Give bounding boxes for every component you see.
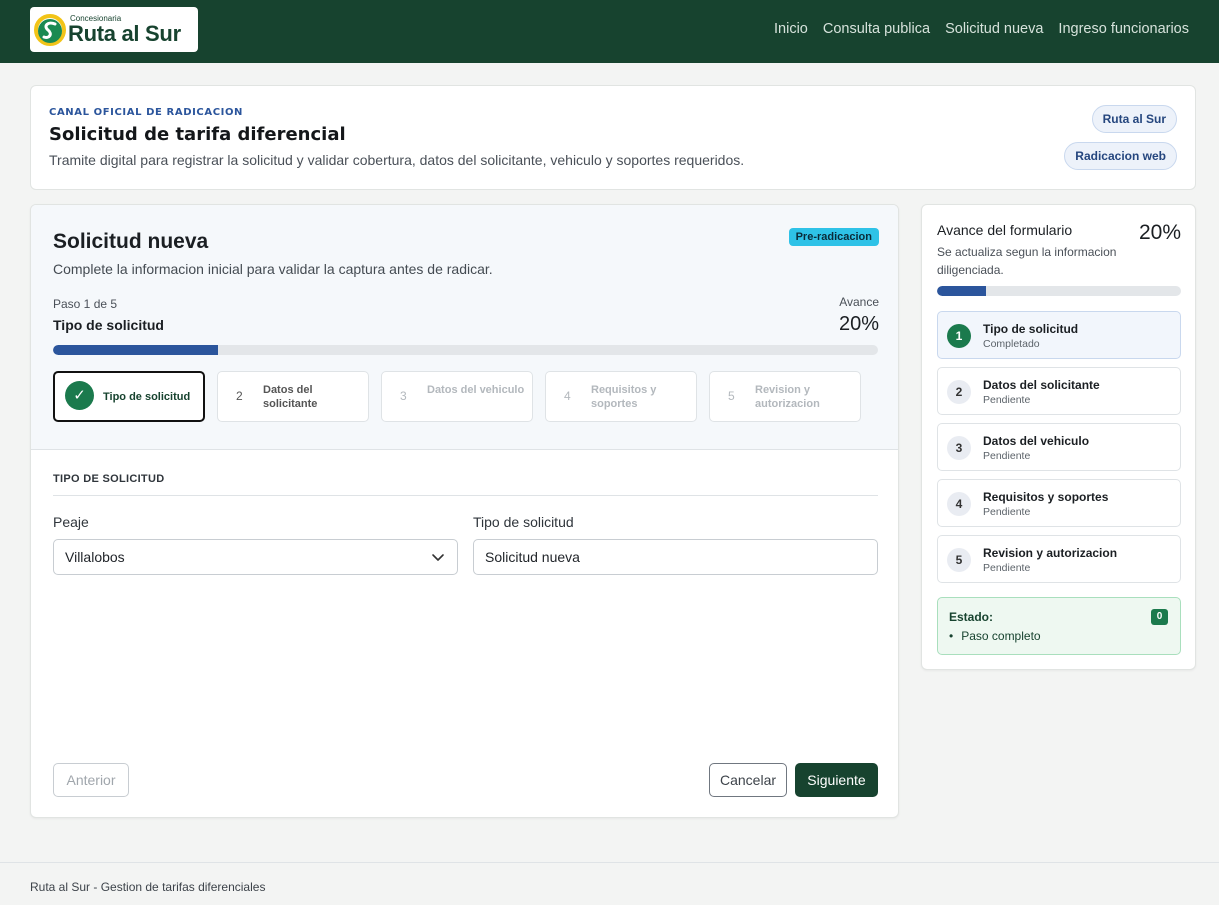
step-number: 4	[564, 389, 571, 403]
step-list-item[interactable]: 2 Datos del solicitante Pendiente	[937, 367, 1181, 415]
tag-radicacion-web: Radicacion web	[1064, 142, 1177, 170]
step-number: 2	[236, 389, 243, 403]
sidebar-description: Se actualiza segun la informacion dilige…	[937, 245, 1117, 277]
section-title: TIPO DE SOLICITUD	[53, 473, 165, 485]
step-state: Pendiente	[983, 562, 1031, 574]
step-title: Datos del vehiculo	[983, 434, 1090, 448]
brand-name: Ruta al Sur	[68, 21, 181, 46]
current-step-name: Tipo de solicitud	[53, 317, 164, 333]
stepper: ✓ Tipo de solicitud 2 Datos del solicita…	[53, 371, 861, 422]
step-label: Datos del solicitante	[263, 384, 318, 410]
step-number-badge: 2	[947, 380, 971, 404]
step-state: Pendiente	[983, 506, 1031, 518]
step-2[interactable]: 2 Datos del solicitante	[217, 371, 369, 422]
brand-logo[interactable]: Concesionaria Ruta al Sur	[30, 7, 198, 52]
step-state: Pendiente	[983, 394, 1031, 406]
status-label: Estado:	[949, 610, 994, 624]
step-1[interactable]: ✓ Tipo de solicitud	[53, 371, 205, 422]
status-count-badge: 0	[1151, 609, 1168, 625]
step-title: Tipo de solicitud	[983, 322, 1079, 336]
step-number: 5	[728, 389, 735, 403]
tag-ruta-al-sur: Ruta al Sur	[1091, 105, 1177, 133]
step-number-badge: 4	[947, 492, 971, 516]
step-list-item[interactable]: 5 Revision y autorizacion Pendiente	[937, 535, 1181, 583]
step-list-item[interactable]: 4 Requisitos y soportes Pendiente	[937, 479, 1181, 527]
status-item: Paso completo	[949, 629, 1040, 643]
sidebar-progress-bar	[937, 286, 1181, 296]
status-badge: Pre-radicacion	[788, 228, 879, 246]
tipo-solicitud-field[interactable]: Solicitud nueva	[473, 539, 878, 575]
sidebar-progress-fill	[937, 286, 986, 296]
step-label: Revision y autorizacion	[755, 384, 820, 410]
nav-inicio[interactable]: Inicio	[774, 21, 808, 37]
step-number-badge: 1	[947, 324, 971, 348]
step-number-badge: 5	[947, 548, 971, 572]
top-navbar: Concesionaria Ruta al Sur Inicio Consult…	[0, 0, 1219, 63]
swirl-logo-icon	[34, 14, 66, 46]
step-list-item[interactable]: 3 Datos del vehiculo Pendiente	[937, 423, 1181, 471]
chevron-down-icon	[432, 554, 444, 561]
step-title: Requisitos y soportes	[983, 490, 1109, 504]
status-panel: Estado: 0 Paso completo	[937, 597, 1181, 655]
form-card: Solicitud nueva Complete la informacion …	[30, 204, 899, 818]
form-title: Solicitud nueva	[53, 230, 209, 253]
step-state: Completado	[983, 338, 1040, 350]
step-number-badge: 3	[947, 436, 971, 460]
step-number: 3	[400, 389, 407, 403]
step-title: Datos del solicitante	[983, 378, 1100, 392]
progress-sidebar: Avance del formulario Se actualiza segun…	[921, 204, 1196, 670]
intro-card: CANAL OFICIAL DE RADICACION Solicitud de…	[30, 85, 1196, 190]
peaje-label: Peaje	[53, 514, 89, 530]
page-title: Solicitud de tarifa diferencial	[49, 124, 346, 145]
nav-consulta-publica[interactable]: Consulta publica	[823, 21, 930, 37]
form-subtitle: Complete la informacion inicial para val…	[53, 261, 493, 277]
next-button[interactable]: Siguiente	[795, 763, 878, 797]
cancel-button[interactable]: Cancelar	[709, 763, 787, 797]
step-title: Revision y autorizacion	[983, 546, 1118, 560]
check-icon: ✓	[65, 381, 94, 410]
step-5[interactable]: 5 Revision y autorizacion	[709, 371, 861, 422]
step-3[interactable]: 3 Datos del vehiculo	[381, 371, 533, 422]
nav-ingreso-funcionarios[interactable]: Ingreso funcionarios	[1058, 21, 1189, 37]
step-counter: Paso 1 de 5	[53, 297, 118, 311]
progress-bar	[53, 345, 878, 355]
peaje-selected-value: Villalobos	[65, 549, 125, 565]
sidebar-progress-value: 20%	[1138, 221, 1181, 244]
step-label: Datos del vehiculo	[427, 384, 525, 396]
intro-description: Tramite digital para registrar la solici…	[49, 152, 745, 168]
step-list: 1 Tipo de solicitud Completado 2 Datos d…	[937, 311, 1181, 591]
tipo-solicitud-label: Tipo de solicitud	[473, 514, 574, 530]
footer: Ruta al Sur - Gestion de tarifas diferen…	[0, 862, 1219, 905]
nav-solicitud-nueva[interactable]: Solicitud nueva	[945, 21, 1043, 37]
step-label: Requisitos y soportes	[591, 384, 657, 410]
step-4[interactable]: 4 Requisitos y soportes	[545, 371, 697, 422]
tipo-solicitud-value: Solicitud nueva	[485, 549, 580, 565]
form-header: Solicitud nueva Complete la informacion …	[31, 205, 898, 450]
intro-eyebrow: CANAL OFICIAL DE RADICACION	[49, 107, 244, 118]
progress-label: Avance	[839, 295, 879, 309]
peaje-select[interactable]: Villalobos	[53, 539, 458, 575]
step-label: Tipo de solicitud	[103, 391, 191, 403]
progress-value: 20%	[838, 313, 879, 335]
main-nav: Inicio Consulta publica Solicitud nueva …	[774, 21, 1189, 37]
sidebar-title: Avance del formulario	[937, 222, 1073, 238]
footer-text: Ruta al Sur - Gestion de tarifas diferen…	[30, 880, 266, 894]
previous-button[interactable]: Anterior	[53, 763, 129, 797]
step-state: Pendiente	[983, 450, 1031, 462]
progress-bar-fill	[53, 345, 218, 355]
section-divider	[53, 495, 878, 496]
step-list-item[interactable]: 1 Tipo de solicitud Completado	[937, 311, 1181, 359]
